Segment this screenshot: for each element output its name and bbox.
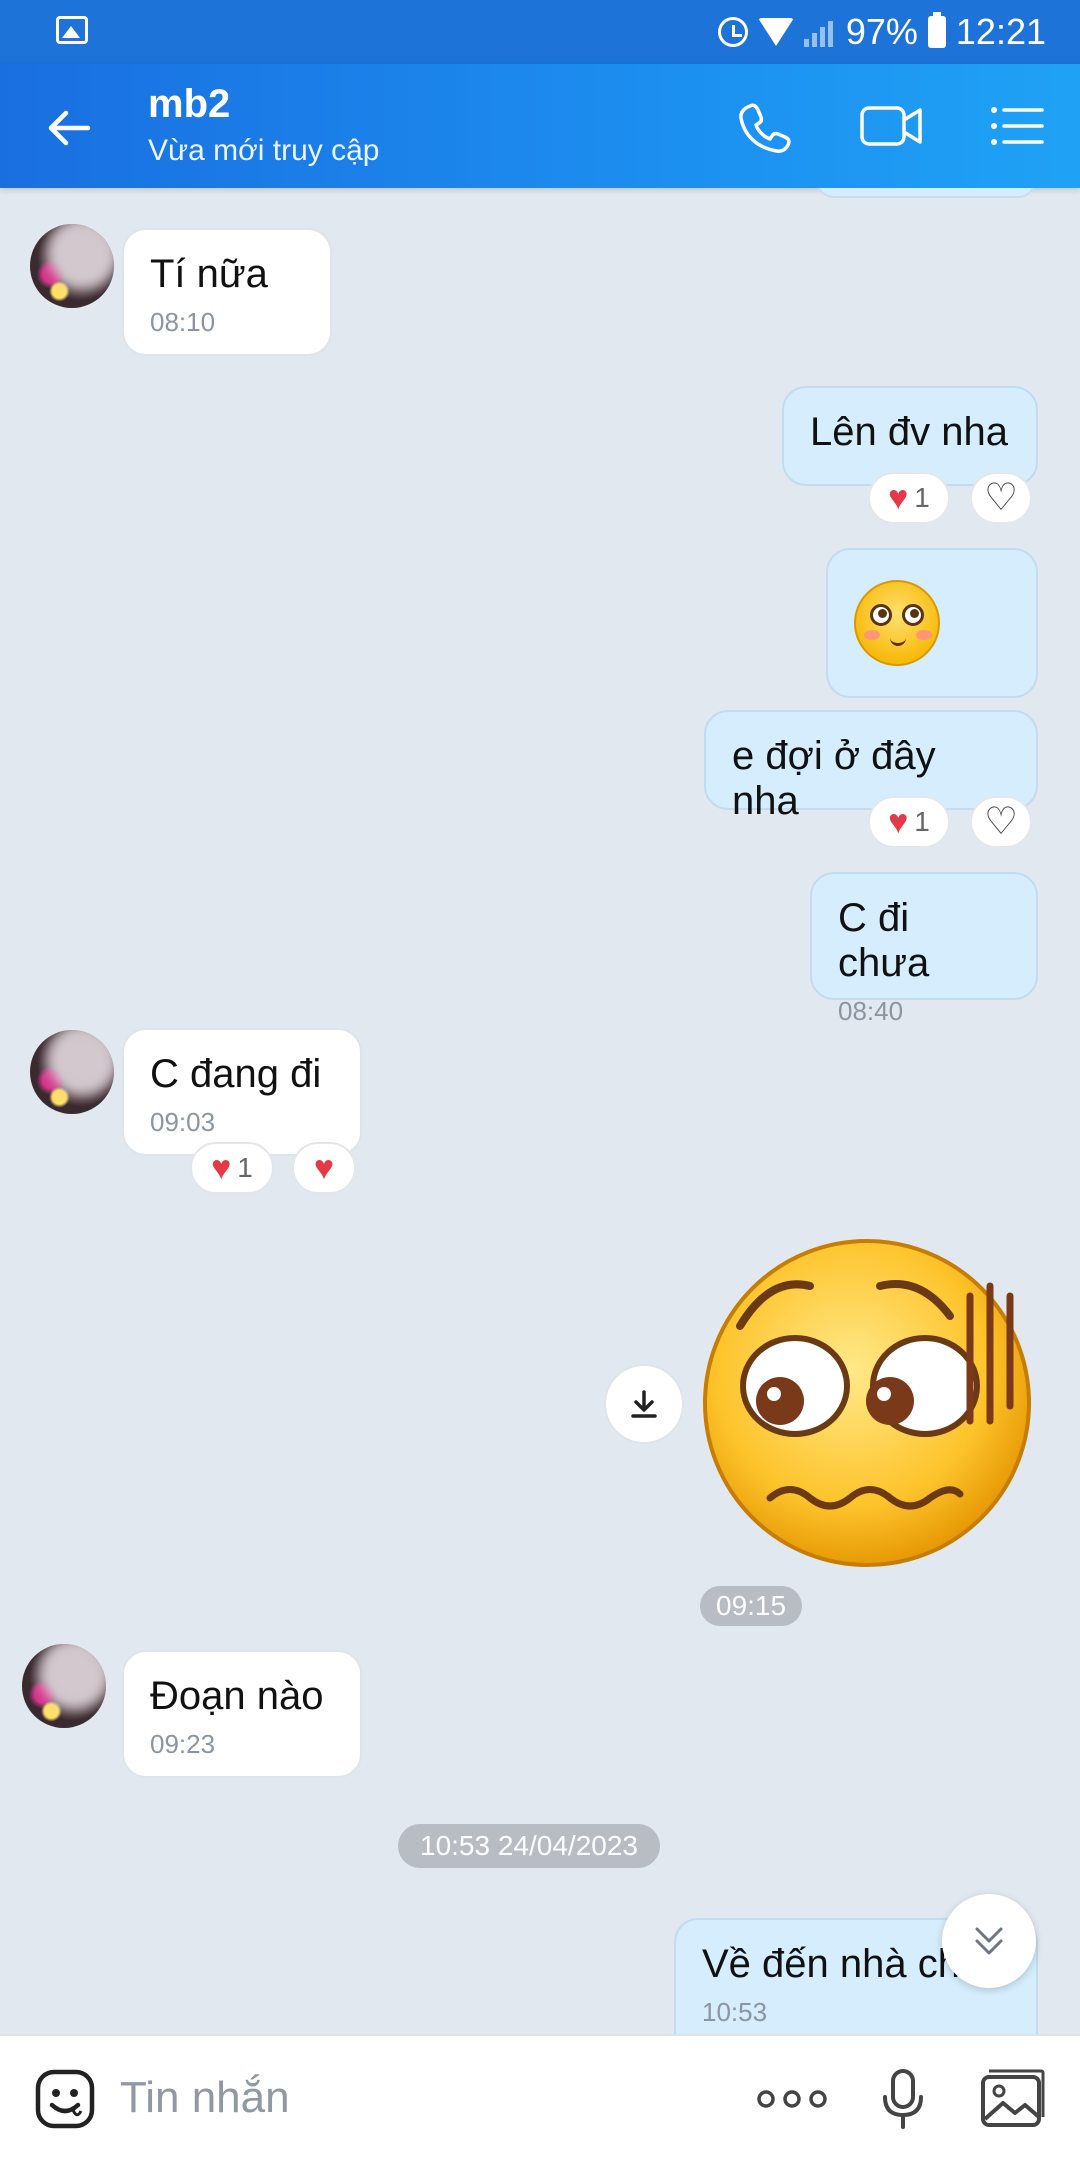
phone-icon bbox=[739, 103, 791, 153]
more-dots-icon bbox=[757, 2090, 827, 2108]
wifi-icon bbox=[757, 18, 794, 46]
chat-area[interactable]: Tí nữa 08:10 Lên đv nha ♥ 1 ♡ e đợi ở đây… bbox=[0, 188, 1080, 2034]
voice-message-button[interactable] bbox=[870, 2066, 936, 2132]
contact-status: Vừa mới truy cập bbox=[148, 134, 380, 167]
more-options-button[interactable] bbox=[752, 2066, 832, 2132]
message-input-bar bbox=[0, 2034, 1080, 2160]
battery-icon bbox=[927, 12, 946, 48]
download-icon bbox=[631, 1390, 657, 1418]
contact-avatar[interactable] bbox=[30, 1030, 114, 1114]
message-text: C đang đi bbox=[150, 1052, 322, 1096]
message-bubble-outgoing[interactable]: Lên đv nha bbox=[782, 386, 1038, 486]
reaction-count-badge[interactable]: ♥ 1 bbox=[190, 1142, 274, 1194]
message-text: Đoạn nào bbox=[150, 1674, 324, 1718]
message-text: Về đến nhà ch bbox=[702, 1942, 960, 1986]
contact-avatar[interactable] bbox=[22, 1644, 106, 1728]
status-bar: 97% 12:21 bbox=[0, 0, 1080, 64]
reaction-count: 1 bbox=[914, 806, 930, 837]
contact-name[interactable]: mb2 bbox=[148, 82, 230, 127]
call-button[interactable] bbox=[730, 94, 800, 158]
sticker-time: 09:15 bbox=[700, 1586, 803, 1626]
react-button[interactable]: ♡ bbox=[970, 796, 1032, 848]
menu-button[interactable] bbox=[984, 94, 1054, 158]
heart-icon: ♥ bbox=[211, 1149, 232, 1187]
chat-header: mb2 Vừa mới truy cập bbox=[0, 64, 1080, 188]
microphone-icon bbox=[883, 2069, 923, 2129]
reaction-count: 1 bbox=[237, 1152, 253, 1183]
reaction-count-badge[interactable]: ♥ 1 bbox=[868, 796, 950, 848]
message-bubble-incoming[interactable]: Tí nữa 08:10 bbox=[122, 228, 332, 356]
message-time: 08:40 bbox=[838, 996, 904, 1026]
heart-icon: ♥ bbox=[888, 803, 909, 841]
message-bubble-outgoing[interactable]: e đợi ở đây nha bbox=[704, 710, 1038, 823]
image-gallery-icon bbox=[981, 2069, 1045, 2127]
react-button[interactable]: ♡ bbox=[970, 472, 1032, 524]
message-bubble-incoming[interactable]: C đang đi 09:03 bbox=[122, 1028, 362, 1156]
back-button[interactable] bbox=[40, 98, 100, 158]
reaction-count: 1 bbox=[914, 482, 930, 513]
video-call-button[interactable] bbox=[856, 94, 926, 158]
heart-icon: ♥ bbox=[313, 1149, 335, 1187]
nervous-face-sticker[interactable] bbox=[700, 1236, 1034, 1570]
sticker-face-icon bbox=[35, 2069, 95, 2129]
heart-outline-icon: ♡ bbox=[983, 801, 1019, 843]
video-call-icon bbox=[860, 106, 922, 146]
contact-avatar[interactable] bbox=[30, 224, 114, 308]
menu-list-icon bbox=[991, 107, 1044, 145]
battery-percent: 97% bbox=[845, 11, 918, 52]
download-button[interactable] bbox=[604, 1364, 684, 1444]
alarm-icon bbox=[717, 17, 748, 47]
message-input[interactable] bbox=[120, 2062, 720, 2134]
message-text: C đi chưa bbox=[838, 896, 930, 985]
message-time: 10:53 bbox=[702, 1997, 768, 2027]
date-separator: 10:53 24/04/2023 bbox=[398, 1824, 660, 1868]
gallery-notification-icon bbox=[56, 16, 88, 44]
previous-message-bubble bbox=[816, 188, 1036, 198]
scroll-to-bottom-button[interactable] bbox=[942, 1894, 1036, 1988]
message-time: 09:23 bbox=[150, 1729, 216, 1759]
gallery-button[interactable] bbox=[976, 2066, 1048, 2132]
back-arrow-icon bbox=[48, 110, 91, 146]
message-bubble-outgoing[interactable]: C đi chưa 08:40 bbox=[810, 872, 1038, 1026]
message-bubble-incoming[interactable]: Đoạn nào 09:23 bbox=[122, 1650, 362, 1778]
signal-icon bbox=[803, 17, 836, 47]
reaction-count-badge[interactable]: ♥ 1 bbox=[868, 472, 950, 524]
react-button[interactable]: ♥ bbox=[292, 1142, 356, 1194]
heart-icon: ♥ bbox=[888, 479, 909, 517]
heart-outline-icon: ♡ bbox=[983, 477, 1019, 519]
message-time: 08:10 bbox=[150, 307, 216, 337]
emoji-button[interactable] bbox=[30, 2066, 100, 2132]
message-time: 09:03 bbox=[150, 1107, 216, 1137]
blushing-face-emoji bbox=[854, 580, 940, 666]
clock: 12:21 bbox=[955, 11, 1046, 52]
sticker-bubble-outgoing[interactable] bbox=[826, 548, 1038, 698]
double-chevron-down-icon bbox=[975, 1927, 1003, 1955]
message-text: Lên đv nha bbox=[810, 410, 1008, 454]
status-bar-right: 97% 12:21 bbox=[717, 10, 1046, 54]
message-text: Tí nữa bbox=[150, 252, 268, 296]
